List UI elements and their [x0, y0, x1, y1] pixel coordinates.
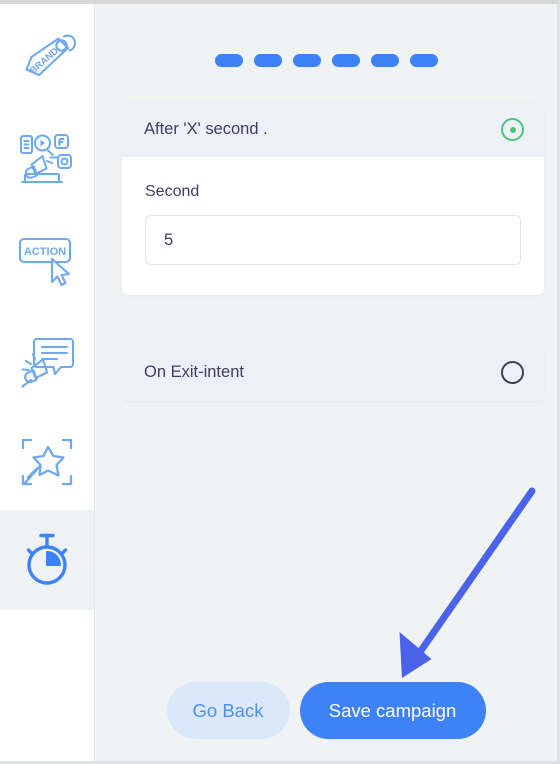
- exit-intent-title: On Exit-intent: [144, 363, 244, 381]
- exit-intent-header[interactable]: On Exit-intent: [122, 344, 544, 401]
- after-seconds-header[interactable]: After 'X' second .: [122, 102, 544, 157]
- announcement-bubble-icon: [18, 334, 76, 392]
- after-seconds-radio[interactable]: [501, 118, 524, 141]
- step-dot-5[interactable]: [370, 54, 399, 67]
- sidebar-item-promotion[interactable]: [0, 111, 94, 211]
- sidebar: BRAND ACTION: [0, 4, 95, 761]
- after-seconds-title: After 'X' second .: [144, 120, 268, 138]
- step-dot-6[interactable]: [409, 54, 438, 67]
- magic-wand-icon: [18, 435, 76, 493]
- brand-tag-icon: BRAND: [17, 30, 77, 90]
- action-cursor-icon: ACTION: [16, 233, 78, 291]
- step-dot-1[interactable]: [214, 54, 243, 67]
- trigger-option-after-seconds: After 'X' second . Second: [122, 102, 544, 295]
- sidebar-item-timing[interactable]: [0, 510, 94, 610]
- stopwatch-icon: [18, 531, 76, 589]
- svg-text:BRAND: BRAND: [28, 46, 61, 77]
- step-dot-2[interactable]: [253, 54, 282, 67]
- second-field-label: Second: [145, 183, 200, 200]
- second-input[interactable]: [145, 215, 521, 265]
- step-dot-3[interactable]: [292, 54, 321, 67]
- step-indicator: [95, 54, 557, 67]
- social-megaphone-icon: [17, 131, 77, 191]
- svg-text:ACTION: ACTION: [24, 246, 66, 258]
- footer-actions: Go Back Save campaign: [95, 682, 557, 739]
- after-seconds-body: Second: [122, 157, 544, 295]
- step-dot-4[interactable]: [331, 54, 360, 67]
- go-back-button[interactable]: Go Back: [166, 682, 290, 739]
- main-panel: After 'X' second . Second On Exit-intent…: [95, 4, 557, 761]
- sidebar-item-brand[interactable]: BRAND: [0, 10, 94, 110]
- save-campaign-button[interactable]: Save campaign: [299, 682, 486, 739]
- sidebar-item-message[interactable]: [0, 313, 94, 413]
- exit-intent-radio[interactable]: [501, 361, 524, 384]
- sidebar-item-design[interactable]: [0, 414, 94, 514]
- sidebar-item-action[interactable]: ACTION: [0, 212, 94, 312]
- app-window: BRAND ACTION After 'X' second . Second 5…: [0, 0, 560, 764]
- trigger-option-exit-intent: On Exit-intent: [122, 344, 544, 401]
